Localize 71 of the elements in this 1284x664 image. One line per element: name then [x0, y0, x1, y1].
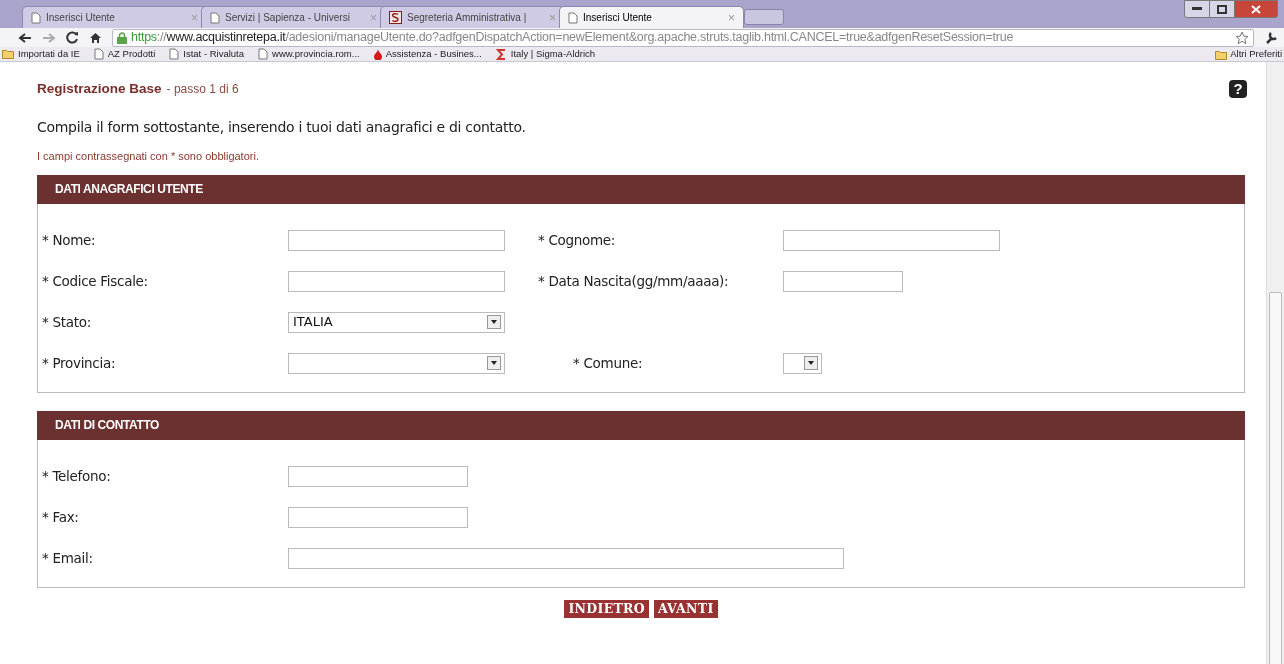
browser-tab[interactable]: Inserisci Utente × [559, 6, 744, 28]
minimize-button[interactable] [1184, 0, 1210, 18]
bookmark-item[interactable]: www.provincia.rom... [258, 46, 360, 62]
nav-button[interactable]: AVANTI [653, 599, 718, 618]
field-label: * Nome: [41, 230, 97, 250]
field-label: * Comune: [572, 353, 644, 373]
new-tab-button[interactable] [744, 9, 784, 25]
required-fields-note: I campi contrassegnati con * sono obbligatori. [37, 149, 260, 164]
input-field[interactable] [783, 229, 1000, 251]
field-label: * Provincia: [41, 353, 117, 373]
input-field[interactable] [783, 270, 903, 292]
wrench-icon[interactable] [1264, 30, 1278, 45]
tab-title: Segreteria Amministrativa | [407, 11, 528, 25]
maximize-icon [1217, 4, 1227, 14]
field-label: * Fax: [41, 507, 80, 527]
input-field[interactable] [288, 465, 468, 487]
field-label: * Telefono: [41, 466, 112, 486]
section-header: DATI ANAGRAFICI UTENTE [37, 174, 1245, 204]
url-path: /adesioni/manageUtente.do?adfgenDispatchAction=newElement&org.apache.struts.taglib.html.CANCEL=true&adfgenResetSession=true [285, 30, 1014, 45]
close-icon [1251, 4, 1261, 14]
page-icon [258, 48, 269, 60]
star-icon[interactable] [1235, 30, 1249, 45]
bookmark-item[interactable]: AZ Prodotti [93, 46, 156, 62]
page-icon [568, 11, 578, 24]
dropdown[interactable]: ITALIA [288, 311, 505, 333]
page-icon [31, 11, 41, 24]
url-scheme: https [131, 30, 157, 45]
field-label: * Codice Fiscale: [41, 271, 149, 291]
scrollbar[interactable] [1266, 62, 1284, 664]
home-icon[interactable] [89, 31, 102, 44]
drop-icon [373, 48, 382, 60]
input-field[interactable] [288, 506, 468, 528]
back-icon[interactable] [18, 31, 32, 44]
bookmark-item[interactable]: Assistenza - Busines... [373, 46, 482, 62]
help-button[interactable]: ? [1229, 80, 1247, 98]
step-indicator: - passo 1 di 6 [166, 80, 239, 98]
nav-button[interactable]: INDIETRO [564, 599, 649, 618]
tab-title: Inserisci Utente [583, 11, 653, 25]
page-icon [169, 48, 180, 60]
lock-icon [117, 31, 127, 44]
page-icon [210, 11, 220, 24]
field-label: * Stato: [41, 312, 92, 332]
sigma-logo-icon [495, 48, 507, 60]
field-label: * Email: [41, 548, 94, 568]
field-label: * Cognome: [538, 230, 617, 250]
bookmark-folder[interactable]: Altri Preferiti [1215, 47, 1284, 62]
page-title: Registrazione Base [37, 79, 162, 98]
maximize-button[interactable] [1210, 0, 1234, 18]
tab-title: Inserisci Utente [46, 11, 116, 25]
bookmark-item[interactable]: Italy | Sigma-Aldrich [495, 46, 596, 62]
url-separator: :// [156, 30, 167, 45]
close-button[interactable] [1234, 0, 1278, 18]
field-label: * Data Nascita(gg/mm/aaaa): [538, 271, 730, 291]
bookmark-item[interactable]: Importati da IE [2, 46, 80, 62]
dropdown[interactable] [783, 352, 822, 374]
minimize-icon [1192, 7, 1202, 11]
tab-title: Servizi | Sapienza - Universi [225, 11, 351, 25]
letter-logo-icon [389, 11, 402, 24]
dropdown[interactable] [288, 352, 505, 374]
forward-icon[interactable] [42, 31, 56, 44]
url-host: www.acquistinretepa.it [166, 30, 286, 45]
input-field[interactable] [288, 270, 505, 292]
input-field[interactable] [288, 547, 844, 569]
folder-icon [1215, 49, 1228, 60]
folder-icon [2, 49, 14, 59]
section-header: DATI DI CONTATTO [37, 410, 1245, 440]
reload-icon[interactable] [66, 31, 79, 44]
intro-text: Compila il form sottostante, inserendo i tuoi dati anagrafici e di contatto. [37, 118, 527, 137]
bookmark-item[interactable]: Istat - Rivaluta [169, 46, 245, 62]
input-field[interactable] [288, 229, 505, 251]
scrollbar-thumb[interactable] [1269, 292, 1282, 664]
